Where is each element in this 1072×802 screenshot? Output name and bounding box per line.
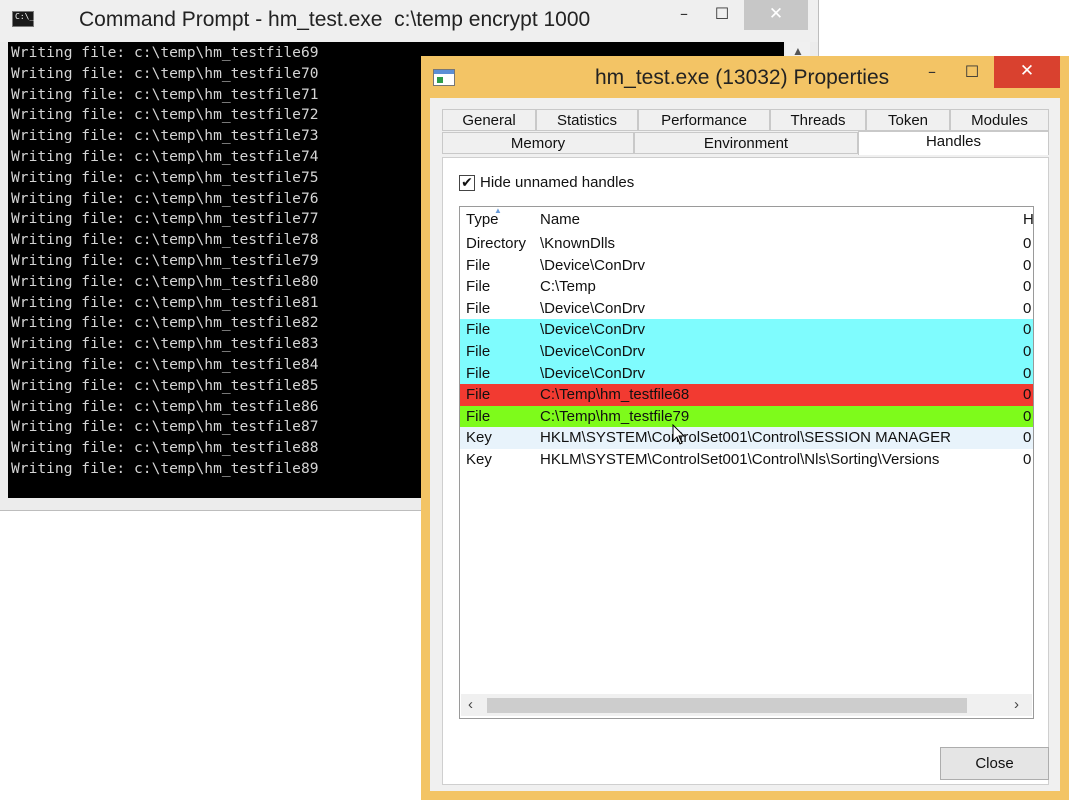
cmd-minimize-button[interactable]: –	[666, 0, 702, 30]
handle-type-cell: File	[466, 342, 491, 360]
handle-value-cell: 0	[1023, 342, 1032, 360]
scroll-left-arrow-icon[interactable]: ‹	[468, 696, 473, 713]
mouse-cursor-icon	[672, 424, 686, 445]
handle-row[interactable]: File C:\Temp\hm_testfile79 0	[460, 405, 1033, 428]
scrollbar-thumb[interactable]	[487, 698, 967, 713]
scroll-right-arrow-icon[interactable]: ›	[1014, 696, 1019, 713]
handle-type-cell: Key	[466, 429, 492, 447]
tab-memory[interactable]: Memory	[442, 132, 634, 154]
handle-value-cell: 0	[1023, 386, 1032, 404]
handle-name-cell: \KnownDlls	[540, 235, 616, 252]
handle-type-cell: File	[466, 299, 491, 317]
cmd-titlebar[interactable]: C:\_ Command Prompt - hm_test.exe c:\tem…	[0, 0, 818, 42]
close-button[interactable]: Close	[940, 747, 1049, 780]
tab-threads[interactable]: Threads	[770, 109, 866, 131]
handle-value-cell: 0	[1023, 364, 1032, 382]
handle-type-cell: File	[466, 386, 491, 404]
handle-row[interactable]: File C:\Temp 0	[460, 276, 1033, 298]
handles-list-header: Type ▲ Name H	[460, 206, 1033, 231]
handle-name-cell: C:\Temp	[540, 278, 596, 296]
hide-unnamed-label[interactable]: Hide unnamed handles	[480, 174, 634, 191]
tab-performance[interactable]: Performance	[638, 109, 770, 131]
properties-body: General Statistics Performance Threads T…	[430, 98, 1060, 791]
handle-name-cell: C:\Temp\hm_testfile79	[540, 407, 690, 425]
props-maximize-button[interactable]: ☐	[959, 58, 985, 88]
handle-value-cell: 0	[1023, 278, 1032, 296]
handle-name-cell: HKLM\SYSTEM\ControlSet001\Control\SESSIO…	[540, 429, 951, 447]
column-header-name[interactable]: Name	[540, 211, 580, 228]
tab-statistics[interactable]: Statistics	[536, 109, 638, 131]
handle-row[interactable]: File \Device\ConDrv 0	[460, 254, 1033, 277]
handle-value-cell: 0	[1023, 321, 1032, 339]
handle-type-cell: File	[466, 321, 491, 339]
properties-titlebar[interactable]: hm_test.exe (13032) Properties – ☐ ✕	[421, 56, 1069, 98]
column-header-handle[interactable]: H	[1023, 211, 1033, 228]
handle-name-cell: \Device\ConDrv	[540, 342, 646, 360]
process-app-icon	[433, 69, 455, 86]
handle-name-cell: \Device\ConDrv	[540, 321, 646, 339]
handle-row[interactable]: File C:\Temp\hm_testfile68 0	[460, 384, 1033, 406]
properties-title: hm_test.exe (13032) Properties	[595, 66, 890, 89]
handle-value-cell: 0	[1023, 407, 1032, 425]
handle-row[interactable]: Key HKLM\SYSTEM\ControlSet001\Control\SES…	[460, 427, 1033, 449]
handle-row[interactable]: File \Device\ConDrv 0	[460, 362, 1033, 385]
handle-name-cell: HKLM\SYSTEM\ControlSet001\Control\Nls\So…	[540, 450, 940, 468]
handles-rows: Directory \KnownDlls 0 File \Device\ConDrv 0 F…	[460, 233, 1033, 471]
handle-row[interactable]: File \Device\ConDrv 0	[460, 297, 1033, 320]
handle-value-cell: 0	[1023, 235, 1032, 252]
handle-name-cell: C:\Temp\hm_testfile68	[540, 386, 690, 404]
hide-unnamed-checkbox[interactable]: ✔	[459, 174, 475, 191]
handle-row[interactable]: File \Device\ConDrv 0	[460, 340, 1033, 363]
tab-general[interactable]: General	[442, 109, 536, 131]
props-minimize-button[interactable]: –	[919, 58, 945, 88]
handle-type-cell: Directory	[466, 235, 527, 252]
tab-modules[interactable]: Modules	[950, 109, 1049, 131]
tab-environment[interactable]: Environment	[634, 132, 858, 154]
handle-type-cell: File	[466, 278, 491, 296]
handle-value-cell: 0	[1023, 299, 1032, 317]
horizontal-scrollbar[interactable]: ‹ ›	[461, 694, 1032, 716]
handle-name-cell: \Device\ConDrv	[540, 299, 646, 317]
handle-type-cell: Key	[466, 450, 492, 468]
handle-type-cell: File	[466, 364, 491, 382]
properties-dialog: hm_test.exe (13032) Properties – ☐ ✕ Gen…	[421, 56, 1069, 800]
cmd-close-button[interactable]: ✕	[744, 0, 808, 30]
handle-name-cell: \Device\ConDrv	[540, 256, 646, 274]
handles-tab-panel: ✔ Hide unnamed handles Type ▲ Name H Dir…	[442, 157, 1049, 785]
sort-ascending-icon: ▲	[494, 206, 502, 215]
handle-type-cell: File	[466, 256, 491, 274]
handles-list[interactable]: Type ▲ Name H Directory \KnownDlls 0 File \D…	[459, 206, 1034, 719]
hide-unnamed-handles-option[interactable]: ✔ Hide unnamed handles	[459, 174, 634, 191]
cmd-app-icon: C:\_	[12, 11, 34, 27]
handle-row[interactable]: File \Device\ConDrv 0	[460, 319, 1033, 341]
tab-handles[interactable]: Handles	[858, 131, 1049, 155]
tab-token[interactable]: Token	[866, 109, 950, 131]
handle-value-cell: 0	[1023, 450, 1032, 468]
cmd-maximize-button[interactable]: ☐	[704, 0, 740, 30]
handle-value-cell: 0	[1023, 429, 1032, 447]
props-close-x-button[interactable]: ✕	[994, 56, 1060, 88]
handle-type-cell: File	[466, 407, 491, 425]
cmd-window-title: Command Prompt - hm_test.exe c:\temp enc…	[79, 8, 591, 31]
handle-row[interactable]: Key HKLM\SYSTEM\ControlSet001\Control\Nls…	[460, 448, 1033, 471]
handle-name-cell: \Device\ConDrv	[540, 364, 646, 382]
handle-row[interactable]: Directory \KnownDlls 0	[460, 233, 1033, 255]
handle-value-cell: 0	[1023, 256, 1032, 274]
